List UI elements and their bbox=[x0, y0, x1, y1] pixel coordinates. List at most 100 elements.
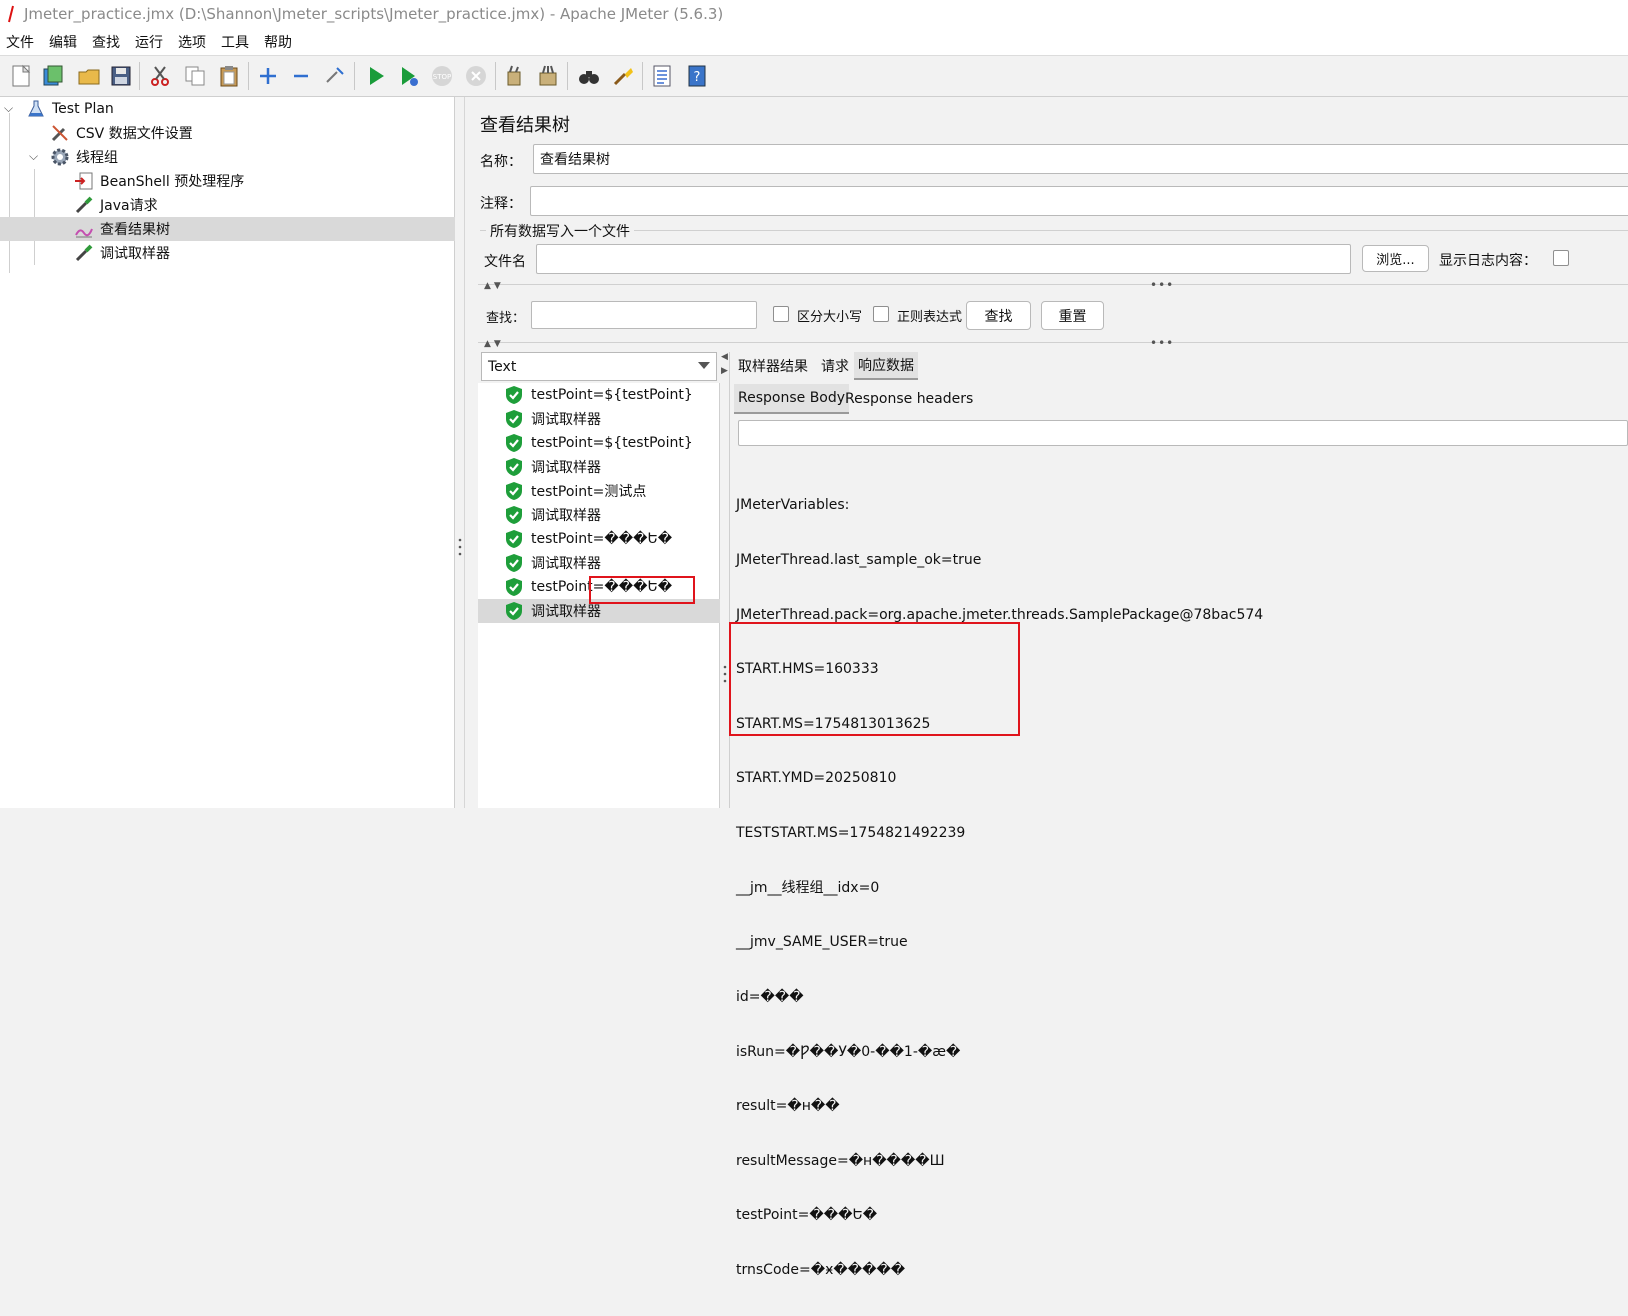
function-helper-icon[interactable] bbox=[649, 63, 675, 89]
renderer-select[interactable]: Text bbox=[481, 352, 717, 381]
start-no-pause-icon[interactable] bbox=[396, 63, 422, 89]
annotation-box bbox=[589, 576, 695, 604]
reset-search-icon[interactable] bbox=[610, 63, 636, 89]
collapse-arrows-icon[interactable]: ▲▼ bbox=[484, 281, 504, 291]
tree-item-csv-data-set[interactable]: CSV 数据文件设置 bbox=[50, 121, 193, 145]
result-item[interactable]: testPoint=���Ե� bbox=[478, 527, 720, 551]
menu-edit[interactable]: 编辑 bbox=[43, 32, 86, 52]
annotation-box bbox=[729, 622, 1020, 736]
renderer-select-value: Text bbox=[488, 358, 517, 375]
result-item[interactable]: 调试取样器 bbox=[478, 455, 720, 479]
success-shield-icon bbox=[506, 482, 522, 500]
menu-file[interactable]: 文件 bbox=[0, 32, 43, 52]
menu-help[interactable]: 帮助 bbox=[258, 32, 301, 52]
result-item[interactable]: 调试取样器 bbox=[478, 407, 720, 431]
stop-icon[interactable]: STOP bbox=[429, 63, 455, 89]
success-shield-icon bbox=[506, 554, 522, 572]
regex-label: 正则表达式 bbox=[897, 310, 963, 325]
result-item[interactable]: testPoint=测试点 bbox=[478, 479, 720, 503]
chevron-down-icon bbox=[698, 362, 710, 369]
collapse-right-icon[interactable]: ▶ bbox=[721, 366, 728, 376]
menu-tools[interactable]: 工具 bbox=[215, 32, 258, 52]
filename-field[interactable] bbox=[536, 244, 1351, 274]
tree-item-thread-group[interactable]: 线程组 bbox=[50, 145, 118, 169]
menu-run[interactable]: 运行 bbox=[129, 32, 172, 52]
test-plan-tree: ⌵ Test Plan CSV 数据文件设置 ⌵ 线程组 BeanShell 预… bbox=[0, 97, 455, 808]
open-icon[interactable] bbox=[76, 63, 102, 89]
jmeter-feather-icon bbox=[8, 5, 14, 23]
tree-item-test-plan[interactable]: Test Plan bbox=[26, 97, 114, 121]
search-icon[interactable] bbox=[576, 63, 602, 89]
shutdown-icon[interactable] bbox=[463, 63, 489, 89]
expand-icon[interactable] bbox=[255, 63, 281, 89]
flask-icon bbox=[28, 100, 44, 117]
results-splitter[interactable]: ◀ ▶ bbox=[720, 352, 730, 808]
file-section-label: 所有数据写入一个文件 bbox=[486, 221, 634, 241]
result-detail: 取样器结果 请求 响应数据 Response Body Response hea… bbox=[729, 352, 1628, 1278]
success-shield-icon bbox=[506, 578, 522, 596]
comment-field[interactable] bbox=[530, 186, 1628, 216]
result-item[interactable]: 调试取样器 bbox=[478, 503, 720, 527]
search-field[interactable] bbox=[531, 301, 757, 329]
collapse-left-icon[interactable]: ◀ bbox=[721, 352, 728, 362]
browse-button[interactable]: 浏览... bbox=[1362, 245, 1429, 272]
regex-checkbox[interactable] bbox=[873, 306, 889, 322]
tab-sampler-result[interactable]: 取样器结果 bbox=[734, 352, 812, 380]
menu-options[interactable]: 选项 bbox=[172, 32, 215, 52]
view-results-tree-panel: 查看结果树 名称： 查看结果树 注释： 所有数据写入一个文件 文件名 浏览...… bbox=[466, 97, 1628, 1278]
svg-text:STOP: STOP bbox=[433, 73, 451, 81]
find-button[interactable]: 查找 bbox=[966, 301, 1031, 330]
tab-response-headers[interactable]: Response headers bbox=[841, 384, 977, 414]
splitter-grip-icon bbox=[723, 665, 727, 683]
result-item[interactable]: testPoint=${testPoint} bbox=[478, 383, 720, 407]
copy-icon[interactable] bbox=[182, 63, 208, 89]
success-shield-icon bbox=[506, 434, 522, 452]
help-icon[interactable]: ? bbox=[684, 63, 710, 89]
save-icon[interactable] bbox=[108, 63, 134, 89]
name-field[interactable]: 查看结果树 bbox=[533, 144, 1628, 174]
tree-item-debug-sampler[interactable]: 调试取样器 bbox=[74, 241, 170, 265]
clear-icon[interactable] bbox=[501, 63, 527, 89]
toolbar: STOP ? bbox=[0, 55, 1628, 97]
tab-response-data[interactable]: 响应数据 bbox=[854, 352, 918, 380]
tab-request[interactable]: 请求 bbox=[817, 352, 853, 380]
cut-icon[interactable] bbox=[147, 63, 173, 89]
case-sensitive-checkbox[interactable] bbox=[773, 306, 789, 322]
clear-all-icon[interactable] bbox=[535, 63, 561, 89]
case-sensitive-label: 区分大小写 bbox=[797, 310, 863, 325]
response-search-field[interactable] bbox=[738, 420, 1628, 446]
wrench-icon bbox=[51, 125, 68, 142]
main-splitter[interactable] bbox=[455, 97, 465, 808]
toggle-icon[interactable] bbox=[322, 63, 348, 89]
preprocessor-icon bbox=[75, 172, 93, 190]
success-shield-icon bbox=[506, 530, 522, 548]
tab-response-body[interactable]: Response Body bbox=[734, 384, 850, 414]
menu-bar: 文件 编辑 查找 运行 选项 工具 帮助 bbox=[0, 28, 1628, 55]
reset-button[interactable]: 重置 bbox=[1041, 301, 1104, 330]
templates-icon[interactable] bbox=[40, 63, 66, 89]
success-shield-icon bbox=[506, 506, 522, 524]
collapse-arrows-icon[interactable]: ▲▼ bbox=[484, 339, 504, 349]
tree-item-java-request[interactable]: Java请求 bbox=[74, 193, 158, 217]
splitter-dots-icon[interactable]: ••• bbox=[1150, 336, 1174, 350]
filename-label: 文件名 bbox=[484, 254, 526, 270]
tree-item-beanshell-preprocessor[interactable]: BeanShell 预处理程序 bbox=[74, 169, 244, 193]
tree-item-view-results-tree[interactable]: 查看结果树 bbox=[74, 217, 170, 241]
log-content-checkbox[interactable] bbox=[1553, 250, 1569, 266]
pipette-icon bbox=[75, 244, 93, 262]
success-shield-icon bbox=[506, 602, 522, 620]
result-item[interactable]: testPoint=${testPoint} bbox=[478, 431, 720, 455]
chevron-down-icon[interactable]: ⌵ bbox=[4, 101, 13, 116]
start-icon[interactable] bbox=[363, 63, 389, 89]
result-item[interactable]: 调试取样器 bbox=[478, 551, 720, 575]
splitter-dots-icon[interactable]: ••• bbox=[1150, 278, 1174, 292]
results-list: testPoint=${testPoint} 调试取样器 testPoint=$… bbox=[478, 383, 720, 808]
new-icon[interactable] bbox=[8, 63, 34, 89]
listener-icon bbox=[75, 228, 93, 238]
collapse-icon[interactable] bbox=[288, 63, 314, 89]
paste-icon[interactable] bbox=[216, 63, 242, 89]
splitter-grip-icon bbox=[458, 538, 462, 556]
menu-search[interactable]: 查找 bbox=[86, 32, 129, 52]
chevron-down-icon[interactable]: ⌵ bbox=[29, 149, 38, 164]
success-shield-icon bbox=[506, 410, 522, 428]
